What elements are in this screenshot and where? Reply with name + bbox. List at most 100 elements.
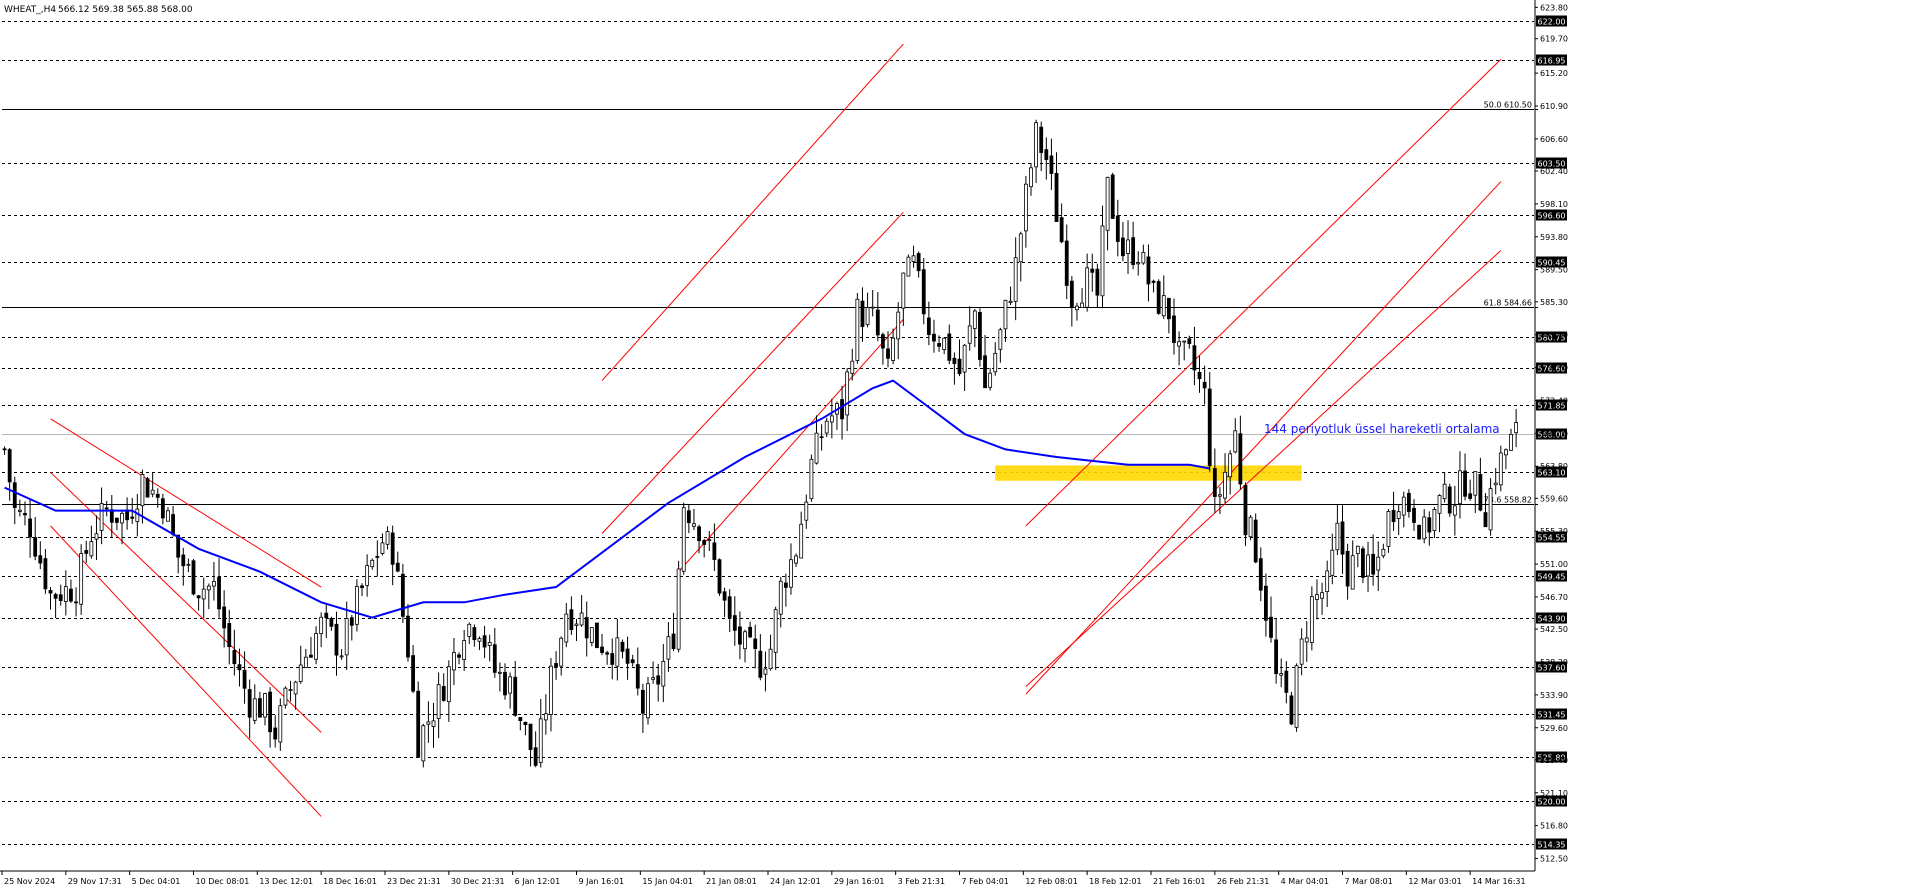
candle-body bbox=[686, 510, 691, 524]
candle-body bbox=[554, 663, 558, 668]
candle-body bbox=[1136, 262, 1141, 265]
candle-body bbox=[1412, 507, 1416, 523]
time-tick-label: 10 Dec 08:01 bbox=[196, 877, 250, 886]
candle-body bbox=[646, 683, 650, 719]
candle-body bbox=[840, 399, 844, 420]
candle-body bbox=[957, 358, 962, 375]
candle-body bbox=[983, 355, 987, 389]
price-tick-label: 555.30 bbox=[1540, 527, 1568, 536]
candle-body bbox=[1253, 519, 1258, 563]
candle-body bbox=[1264, 585, 1268, 621]
candle-body bbox=[967, 325, 972, 344]
chart-container: 50.0 610.50 61.8 584.66 73.6 558.82 144 pe… bbox=[0, 0, 1916, 888]
candle-body bbox=[1105, 176, 1110, 231]
candle-body bbox=[1396, 511, 1401, 520]
time-tick-label: 9 Jan 16:01 bbox=[579, 877, 625, 886]
candle-body bbox=[1243, 485, 1248, 536]
candle-body bbox=[324, 612, 329, 619]
time-tick-label: 29 Jan 16:01 bbox=[834, 877, 885, 886]
candle-body bbox=[1498, 452, 1503, 486]
candle-body bbox=[988, 372, 993, 388]
candle-body bbox=[1304, 637, 1309, 643]
candle-body bbox=[804, 501, 809, 521]
candle-body bbox=[431, 720, 436, 727]
candle-body bbox=[993, 352, 998, 373]
candle-body bbox=[891, 337, 896, 361]
candle-body bbox=[921, 269, 926, 315]
candle-body bbox=[937, 342, 941, 347]
candle-body bbox=[1478, 474, 1483, 511]
candle-body bbox=[1029, 167, 1033, 188]
time-tick-label: 13 Dec 12:01 bbox=[259, 877, 313, 886]
time-tick-label: 24 Jan 12:01 bbox=[770, 877, 821, 886]
time-tick-label: 4 Mar 04:01 bbox=[1281, 877, 1329, 886]
candle-body bbox=[43, 558, 48, 590]
candle-body bbox=[1274, 639, 1279, 675]
candle-body bbox=[1177, 341, 1181, 347]
candle-body bbox=[426, 721, 431, 725]
candle-body bbox=[115, 517, 119, 523]
candle-body bbox=[1371, 553, 1376, 575]
candle-body bbox=[1126, 239, 1130, 254]
candle-body bbox=[247, 689, 252, 718]
price-tick-label: 563.80 bbox=[1540, 462, 1568, 471]
candle-body bbox=[829, 415, 834, 423]
candle-body bbox=[681, 507, 686, 572]
candle-body bbox=[906, 256, 911, 277]
price-tick-label: 568.10 bbox=[1540, 429, 1568, 438]
candle-body bbox=[63, 586, 68, 602]
candle-body bbox=[472, 627, 477, 641]
candle-body bbox=[738, 626, 742, 645]
candle-body bbox=[1417, 524, 1421, 540]
candle-body bbox=[48, 589, 53, 594]
candle-body bbox=[1161, 295, 1166, 317]
candle-body bbox=[17, 509, 22, 512]
candle-body bbox=[1473, 471, 1478, 496]
candle-body bbox=[329, 618, 334, 627]
candle-body bbox=[462, 640, 467, 660]
candle-body bbox=[120, 512, 124, 524]
candle-body bbox=[911, 255, 916, 262]
candle-body bbox=[1207, 388, 1212, 467]
candle-body bbox=[370, 559, 375, 568]
candle-body bbox=[702, 540, 707, 545]
candle-body bbox=[1008, 300, 1013, 303]
candle-body bbox=[676, 568, 681, 650]
candle-body bbox=[763, 668, 768, 675]
candle-body bbox=[99, 503, 104, 531]
candle-body bbox=[400, 573, 405, 617]
candle-body bbox=[589, 627, 594, 643]
candle-body bbox=[380, 542, 385, 554]
candle-body bbox=[298, 664, 303, 683]
time-tick-label: 6 Jan 12:01 bbox=[515, 877, 561, 886]
time-tick-label: 7 Feb 04:01 bbox=[962, 877, 1009, 886]
candle-body bbox=[1463, 470, 1467, 497]
candle-body bbox=[1044, 149, 1049, 160]
candle-body bbox=[446, 666, 451, 703]
price-tick-label: 533.90 bbox=[1540, 691, 1568, 700]
candle-body bbox=[748, 626, 753, 638]
candle-body bbox=[656, 675, 661, 685]
candle-body bbox=[1504, 449, 1508, 456]
candle-body bbox=[727, 596, 732, 619]
candle-body bbox=[549, 665, 553, 715]
candle-body bbox=[559, 637, 564, 667]
candle-body bbox=[610, 653, 615, 665]
candle-body bbox=[543, 713, 548, 721]
level-badge-label: 514.35 bbox=[1538, 841, 1566, 850]
price-tick-label: 623.80 bbox=[1540, 3, 1568, 12]
candle-body bbox=[130, 516, 135, 519]
chart-header: WHEAT_,H4 566.12 569.38 565.88 568.00 bbox=[4, 5, 193, 15]
price-tick-label: 521.10 bbox=[1540, 789, 1568, 798]
candle-body bbox=[293, 681, 298, 695]
candle-body bbox=[998, 329, 1003, 350]
candle-body bbox=[1034, 122, 1038, 168]
candle-body bbox=[972, 310, 977, 329]
candlestick-chart: 50.0 610.5061.8 584.6673.6 558.82 144 pe… bbox=[0, 0, 1568, 886]
candle-body bbox=[1090, 268, 1095, 273]
candle-body bbox=[1391, 509, 1396, 523]
candle-body bbox=[778, 580, 783, 615]
candle-body bbox=[1023, 183, 1028, 232]
candle-body bbox=[1279, 673, 1284, 676]
time-tick-label: 18 Dec 16:01 bbox=[323, 877, 377, 886]
